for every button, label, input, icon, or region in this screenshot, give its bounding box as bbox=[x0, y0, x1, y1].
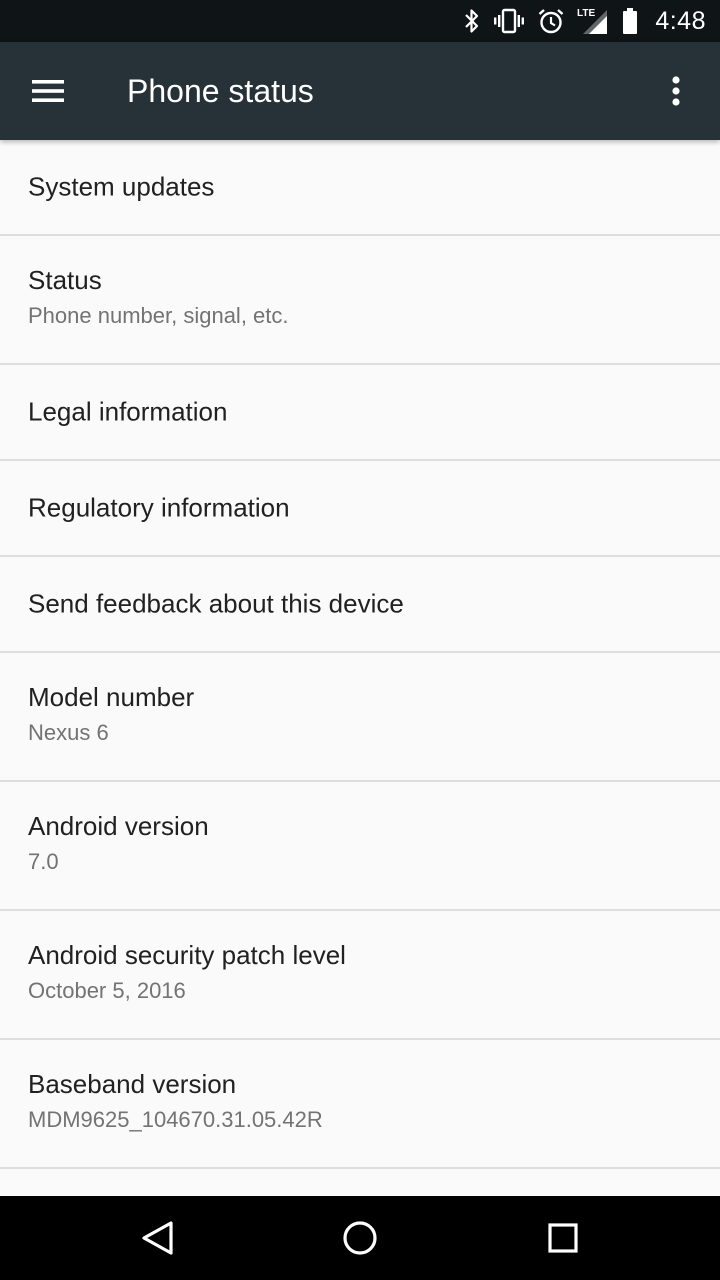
item-title: Regulatory information bbox=[28, 492, 290, 523]
screen: LTE 4:48 Phone status System updates Sta… bbox=[0, 0, 720, 1280]
home-icon[interactable] bbox=[320, 1206, 400, 1270]
list-item-model-number[interactable]: Model number Nexus 6 bbox=[0, 653, 720, 782]
back-icon[interactable] bbox=[118, 1206, 198, 1270]
battery-icon bbox=[621, 7, 639, 35]
list-item-legal-information[interactable]: Legal information bbox=[0, 365, 720, 461]
status-icons: LTE 4:48 bbox=[451, 0, 706, 42]
list-item-regulatory-information[interactable]: Regulatory information bbox=[0, 461, 720, 557]
alarm-icon bbox=[537, 7, 565, 35]
item-title: Legal information bbox=[28, 396, 228, 427]
item-title: Send feedback about this device bbox=[28, 588, 404, 619]
item-subtitle: MDM9625_104670.31.05.42R bbox=[28, 1107, 323, 1132]
lte-label: LTE bbox=[577, 8, 595, 19]
hamburger-menu-icon[interactable] bbox=[20, 63, 76, 119]
item-title: Android security patch level bbox=[28, 940, 346, 970]
item-title: Model number bbox=[28, 682, 195, 712]
lte-signal-icon: LTE bbox=[577, 6, 609, 36]
item-subtitle: October 5, 2016 bbox=[28, 978, 186, 1003]
item-title: System updates bbox=[28, 171, 215, 202]
item-title: Status bbox=[28, 265, 102, 295]
item-subtitle: 7.0 bbox=[28, 849, 59, 874]
item-title: Android version bbox=[28, 811, 209, 841]
item-subtitle: Phone number, signal, etc. bbox=[28, 303, 289, 328]
app-bar: Phone status bbox=[0, 42, 720, 140]
bluetooth-icon bbox=[463, 8, 481, 34]
list-item-security-patch-level[interactable]: Android security patch level October 5, … bbox=[0, 911, 720, 1040]
list-item-android-version[interactable]: Android version 7.0 bbox=[0, 782, 720, 911]
list-item-system-updates[interactable]: System updates bbox=[0, 140, 720, 236]
navigation-bar bbox=[0, 1196, 720, 1280]
vibrate-icon bbox=[493, 8, 525, 34]
item-subtitle: Nexus 6 bbox=[28, 720, 109, 745]
list-item-baseband-version[interactable]: Baseband version MDM9625_104670.31.05.42… bbox=[0, 1040, 720, 1169]
status-bar: LTE 4:48 bbox=[0, 0, 720, 42]
list-item-send-feedback[interactable]: Send feedback about this device bbox=[0, 557, 720, 653]
list-item-status[interactable]: Status Phone number, signal, etc. bbox=[0, 236, 720, 365]
recents-icon[interactable] bbox=[523, 1206, 603, 1270]
item-title: Baseband version bbox=[28, 1069, 237, 1099]
about-phone-list: System updates Status Phone number, sign… bbox=[0, 140, 720, 1169]
page-title: Phone status bbox=[127, 73, 314, 109]
clock-time: 4:48 bbox=[655, 6, 706, 35]
overflow-menu-icon[interactable] bbox=[648, 63, 704, 119]
